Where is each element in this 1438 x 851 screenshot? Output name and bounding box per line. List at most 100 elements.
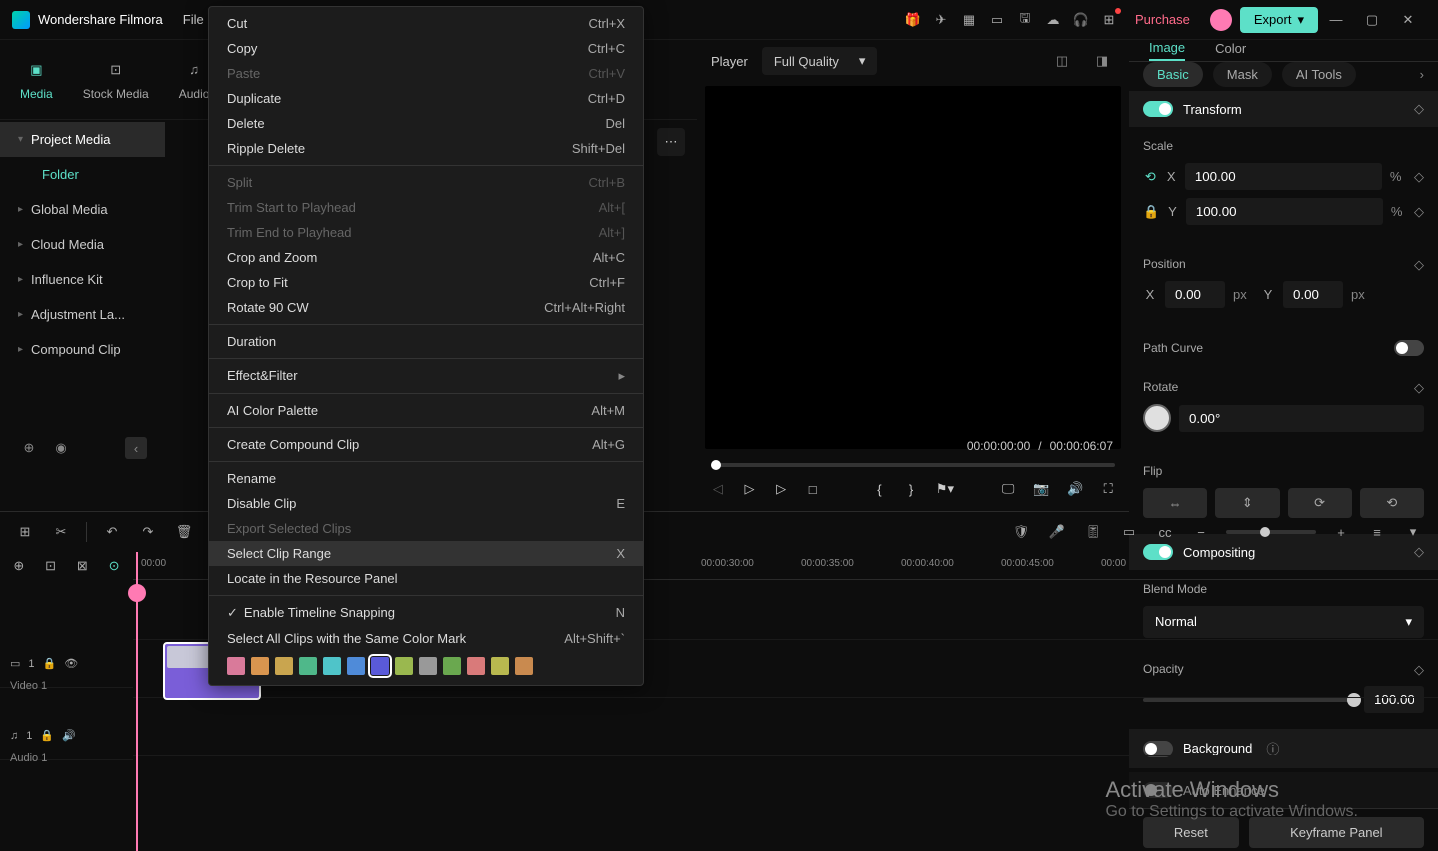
color-swatch[interactable] — [419, 657, 437, 675]
layout-icon-2[interactable]: ▭ — [983, 6, 1011, 34]
sidebar-compound-clip[interactable]: ▸Compound Clip — [0, 332, 165, 367]
cm-crop-and-zoom[interactable]: Crop and ZoomAlt+C — [209, 245, 643, 270]
subtab-basic[interactable]: Basic — [1143, 62, 1203, 87]
sidebar-project-media[interactable]: ▾Project Media — [0, 122, 165, 157]
rotate-keyframe[interactable]: ◇ — [1414, 380, 1424, 404]
fullscreen-icon[interactable]: ⛶ — [1101, 477, 1115, 501]
marker-dropdown[interactable]: ⚑▾ — [936, 477, 954, 501]
path-curve-toggle[interactable] — [1394, 340, 1424, 356]
position-keyframe[interactable]: ◇ — [1414, 257, 1424, 281]
adjust-icon[interactable]: ▭ — [1118, 521, 1140, 543]
cm-rename[interactable]: Rename — [209, 466, 643, 491]
tab-audio[interactable]: ♫ Audio — [179, 59, 210, 101]
tl-snap-icon[interactable]: ⊙ — [103, 555, 125, 577]
color-swatch[interactable] — [275, 657, 293, 675]
menu-file[interactable]: File — [183, 12, 204, 27]
pos-x-input[interactable] — [1165, 281, 1225, 308]
headphones-icon[interactable]: 🎧 — [1067, 6, 1095, 34]
prev-frame-button[interactable]: ◁ — [711, 477, 725, 501]
more-options-icon[interactable]: ⋯ — [657, 128, 685, 156]
mic-icon[interactable]: 🎤 — [1046, 521, 1068, 543]
zoom-in-icon[interactable]: + — [1330, 521, 1352, 543]
zoom-out-icon[interactable]: − — [1190, 521, 1212, 543]
close-button[interactable]: ✕ — [1390, 6, 1426, 34]
collapse-sidebar-icon[interactable]: ‹ — [125, 437, 147, 459]
send-icon[interactable]: ✈ — [927, 6, 955, 34]
track-options-icon[interactable]: ≡ — [1366, 521, 1388, 543]
cm-copy[interactable]: CopyCtrl+C — [209, 36, 643, 61]
playhead[interactable] — [136, 552, 138, 851]
play-backward-button[interactable]: ▷ — [743, 477, 757, 501]
cm-enable-timeline-snapping[interactable]: ✓Enable Timeline SnappingN — [209, 600, 643, 626]
props-tab-color[interactable]: Color — [1215, 41, 1246, 60]
maximize-button[interactable]: ▢ — [1354, 6, 1390, 34]
subtab-more-icon[interactable]: › — [1420, 67, 1424, 82]
play-button[interactable]: ▷ — [774, 477, 788, 501]
save-icon[interactable]: 🖫 — [1011, 6, 1039, 34]
sidebar-folder[interactable]: Folder — [0, 157, 165, 192]
link-icon[interactable]: ⟲ — [1143, 169, 1158, 185]
layout-icon-1[interactable]: ▦ — [955, 6, 983, 34]
tl-tool-2[interactable]: ✂ — [50, 521, 72, 543]
cm-rotate-90-cw[interactable]: Rotate 90 CWCtrl+Alt+Right — [209, 295, 643, 320]
cm-crop-to-fit[interactable]: Crop to FitCtrl+F — [209, 270, 643, 295]
subtab-mask[interactable]: Mask — [1213, 62, 1272, 87]
delete-icon[interactable]: 🗑 — [173, 521, 195, 543]
cm-ai-color-palette[interactable]: AI Color PaletteAlt+M — [209, 398, 643, 423]
purchase-button[interactable]: Purchase — [1135, 12, 1190, 27]
color-swatch[interactable] — [443, 657, 461, 675]
cm-create-compound-clip[interactable]: Create Compound ClipAlt+G — [209, 432, 643, 457]
mark-out-button[interactable]: } — [904, 477, 918, 501]
cm-ripple-delete[interactable]: Ripple DeleteShift+Del — [209, 136, 643, 161]
cm-duplicate[interactable]: DuplicateCtrl+D — [209, 86, 643, 111]
transform-keyframe-icon[interactable]: ◇ — [1414, 101, 1424, 117]
color-swatch[interactable] — [299, 657, 317, 675]
stop-button[interactable]: □ — [806, 477, 820, 501]
record-icon[interactable]: ◉ — [50, 437, 72, 459]
cm-locate-in-the-resource-panel[interactable]: Locate in the Resource Panel — [209, 566, 643, 591]
quality-dropdown[interactable]: Full Quality▾ — [762, 47, 878, 75]
zoom-slider[interactable] — [1226, 530, 1316, 534]
color-swatch[interactable] — [251, 657, 269, 675]
scale-y-input[interactable] — [1186, 198, 1383, 225]
export-button[interactable]: Export▾ — [1240, 7, 1318, 33]
color-swatch[interactable] — [347, 657, 365, 675]
display-icon[interactable]: 🖵 — [1001, 477, 1015, 501]
color-swatch[interactable] — [467, 657, 485, 675]
color-swatch[interactable] — [227, 657, 245, 675]
sidebar-adjustment-layer[interactable]: ▸Adjustment La... — [0, 297, 165, 332]
cm-disable-clip[interactable]: Disable ClipE — [209, 491, 643, 516]
scale-y-keyframe[interactable]: ◇ — [1414, 204, 1424, 220]
snapshot-icon[interactable]: 📷 — [1033, 477, 1049, 501]
cloud-icon[interactable]: ☁ — [1039, 6, 1067, 34]
undo-icon[interactable]: ↶ — [101, 521, 123, 543]
tl-tool-1[interactable]: ⊞ — [14, 521, 36, 543]
snapshot-view-icon[interactable]: ◨ — [1089, 48, 1115, 74]
rotate-input[interactable] — [1179, 405, 1424, 432]
subtab-ai-tools[interactable]: AI Tools — [1282, 62, 1356, 87]
sidebar-influence-kit[interactable]: ▸Influence Kit — [0, 262, 165, 297]
caption-icon[interactable]: cc — [1154, 521, 1176, 543]
tl-link-icon[interactable]: ⊡ — [40, 555, 62, 577]
pos-y-input[interactable] — [1283, 281, 1343, 308]
mute-icon[interactable]: 🔊 — [62, 729, 76, 742]
cm-select-all-clips-with-the-same-color-mark[interactable]: Select All Clips with the Same Color Mar… — [209, 626, 643, 651]
gift-icon[interactable]: 🎁 — [899, 6, 927, 34]
redo-icon[interactable]: ↷ — [137, 521, 159, 543]
transform-toggle[interactable] — [1143, 101, 1173, 117]
color-swatch[interactable] — [323, 657, 341, 675]
tl-dropdown-icon[interactable]: ▾ — [1402, 521, 1424, 543]
scale-x-keyframe[interactable]: ◇ — [1414, 169, 1424, 185]
scale-x-input[interactable] — [1185, 163, 1382, 190]
tab-media[interactable]: ▣ Media — [20, 59, 53, 101]
cm-delete[interactable]: DeleteDel — [209, 111, 643, 136]
sidebar-global-media[interactable]: ▸Global Media — [0, 192, 165, 227]
visibility-icon[interactable]: 👁 — [64, 657, 78, 670]
volume-icon[interactable]: 🔊 — [1067, 477, 1083, 501]
compare-view-icon[interactable]: ◫ — [1049, 48, 1075, 74]
marker-icon[interactable]: 🛡 — [1010, 521, 1032, 543]
color-swatch[interactable] — [515, 657, 533, 675]
color-swatch[interactable] — [371, 657, 389, 675]
lock-icon[interactable]: 🔒 — [1143, 204, 1159, 220]
rotate-dial[interactable] — [1143, 404, 1171, 432]
